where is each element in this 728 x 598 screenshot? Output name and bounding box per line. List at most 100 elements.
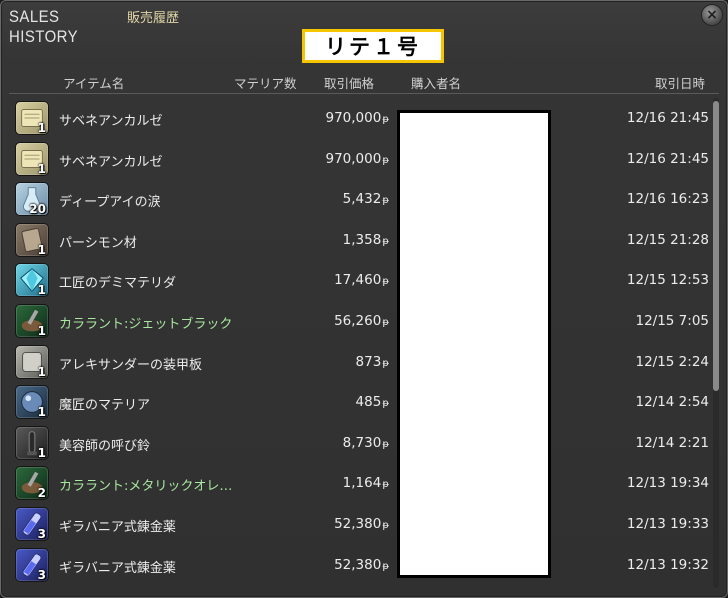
item-quantity: 1 bbox=[37, 364, 46, 379]
gil-symbol: ᵽ bbox=[382, 479, 389, 491]
column-header-price[interactable]: 取引価格 bbox=[324, 73, 374, 92]
sales-list: 1 サベネアンカルゼ 970,000ᵽ 12/16 21:45 1 サベネアンカルゼ 970… bbox=[9, 98, 709, 585]
sale-price: 1,164ᵽ bbox=[343, 475, 389, 491]
item-name: ギラバニア式錬金薬 bbox=[59, 519, 176, 535]
scrollbar-thumb[interactable] bbox=[713, 101, 719, 391]
item-name: 魔匠のマテリア bbox=[59, 398, 151, 414]
price-value: 56,260 bbox=[334, 312, 382, 329]
sale-price: 56,260ᵽ bbox=[334, 313, 389, 329]
sale-price: 52,380ᵽ bbox=[334, 557, 389, 573]
gil-symbol: ᵽ bbox=[382, 195, 389, 207]
item-name: ディープアイの涙 bbox=[59, 195, 161, 211]
buyer-redaction-box bbox=[397, 110, 551, 578]
price-value: 1,358 bbox=[342, 231, 382, 248]
parchment-icon[interactable]: 1 bbox=[15, 141, 49, 176]
sale-date: 12/16 21:45 bbox=[626, 110, 709, 126]
sale-row[interactable]: 1 工匠のデミマテリダ 17,460ᵽ 12/15 12:53 bbox=[9, 260, 709, 301]
price-value: 5,432 bbox=[342, 191, 382, 208]
item-quantity: 1 bbox=[37, 161, 46, 176]
sale-row[interactable]: 20 ディープアイの涙 5,432ᵽ 12/16 16:23 bbox=[9, 179, 709, 220]
lumber-icon[interactable]: 1 bbox=[15, 222, 49, 257]
sale-date: 12/13 19:32 bbox=[626, 556, 709, 573]
sale-price: 1,358ᵽ bbox=[343, 232, 389, 248]
sale-row[interactable]: 1 美容師の呼び鈴 8,730ᵽ 12/14 2:21 bbox=[9, 423, 709, 464]
sale-price: 970,000ᵽ bbox=[326, 151, 390, 167]
sale-row[interactable]: 2 カララント:メタリックオレ… 1,164ᵽ 12/13 19:34 bbox=[9, 463, 709, 504]
gil-symbol: ᵽ bbox=[382, 519, 389, 531]
item-name: アレキサンダーの装甲板 bbox=[59, 357, 203, 373]
price-value: 52,380 bbox=[334, 515, 382, 532]
column-header-materia[interactable]: マテリア数 bbox=[234, 73, 297, 92]
retainer-label-overlay: リテ１号 bbox=[302, 29, 444, 63]
item-name: パーシモン材 bbox=[59, 235, 137, 251]
price-value: 52,380 bbox=[334, 556, 382, 573]
gil-symbol: ᵽ bbox=[382, 154, 389, 166]
gil-symbol: ᵽ bbox=[382, 316, 389, 328]
bell-icon[interactable]: 1 bbox=[15, 425, 49, 460]
gil-symbol: ᵽ bbox=[382, 398, 389, 410]
dye-icon[interactable]: 1 bbox=[15, 303, 49, 338]
plate-icon[interactable]: 1 bbox=[15, 344, 49, 379]
item-quantity: 1 bbox=[37, 121, 46, 135]
sale-date: 12/13 19:33 bbox=[626, 515, 709, 532]
column-header-buyer[interactable]: 購入者名 bbox=[411, 73, 461, 92]
sale-date: 12/15 12:53 bbox=[626, 272, 709, 289]
sale-price: 970,000ᵽ bbox=[326, 110, 390, 126]
sale-row[interactable]: 1 サベネアンカルゼ 970,000ᵽ 12/16 21:45 bbox=[9, 98, 709, 139]
sale-price: 873ᵽ bbox=[356, 354, 389, 370]
retainer-label-text: リテ１号 bbox=[305, 32, 441, 60]
close-button[interactable]: × bbox=[701, 4, 723, 26]
item-quantity: 2 bbox=[37, 486, 46, 501]
sale-price: 8,730ᵽ bbox=[343, 435, 389, 451]
price-value: 8,730 bbox=[342, 434, 382, 451]
sale-price: 17,460ᵽ bbox=[334, 272, 389, 288]
item-name: 美容師の呼び鈴 bbox=[59, 438, 151, 454]
sale-row[interactable]: 3 ギラバニア式錬金薬 52,380ᵽ 12/13 19:33 bbox=[9, 504, 709, 545]
gil-symbol: ᵽ bbox=[382, 114, 389, 125]
item-name: サベネアンカルゼ bbox=[59, 114, 163, 129]
gil-symbol: ᵽ bbox=[382, 235, 389, 247]
price-value: 970,000 bbox=[325, 150, 382, 167]
crystal-icon[interactable]: 1 bbox=[15, 263, 49, 298]
sale-date: 12/16 21:45 bbox=[626, 150, 709, 167]
materia-icon[interactable]: 1 bbox=[15, 385, 49, 420]
close-icon: × bbox=[706, 7, 718, 23]
sale-row[interactable]: 1 カララント:ジェットブラック 56,260ᵽ 12/15 7:05 bbox=[9, 301, 709, 342]
vial-icon[interactable]: 20 bbox=[15, 182, 49, 217]
header-divider bbox=[9, 93, 719, 94]
sale-row[interactable]: 3 ギラバニア式錬金薬 52,380ᵽ 12/13 19:32 bbox=[9, 545, 709, 586]
item-name: サベネアンカルゼ bbox=[59, 154, 163, 170]
sales-history-window: SALES HISTORY 販売履歴 × リテ１号 アイテム名 マテリア数 取引… bbox=[0, 0, 728, 598]
sale-row[interactable]: 1 アレキサンダーの装甲板 873ᵽ 12/15 2:24 bbox=[9, 342, 709, 383]
item-quantity: 3 bbox=[37, 567, 46, 582]
parchment-icon[interactable]: 1 bbox=[15, 101, 49, 135]
title-bar: SALES HISTORY 販売履歴 bbox=[9, 7, 180, 46]
item-quantity: 1 bbox=[37, 405, 46, 420]
price-value: 970,000 bbox=[325, 110, 382, 126]
sale-row[interactable]: 1 パーシモン材 1,358ᵽ 12/15 21:28 bbox=[9, 220, 709, 261]
item-quantity: 1 bbox=[37, 242, 46, 257]
item-name: ギラバニア式錬金薬 bbox=[59, 560, 176, 576]
sale-price: 5,432ᵽ bbox=[343, 191, 389, 207]
item-quantity: 1 bbox=[37, 283, 46, 298]
potion-icon[interactable]: 3 bbox=[15, 506, 49, 541]
potion-icon[interactable]: 3 bbox=[15, 547, 49, 582]
sale-row[interactable]: 1 魔匠のマテリア 485ᵽ 12/14 2:54 bbox=[9, 382, 709, 423]
item-name: 工匠のデミマテリダ bbox=[59, 276, 177, 292]
item-quantity: 1 bbox=[37, 445, 46, 460]
gil-symbol: ᵽ bbox=[382, 438, 389, 450]
window-subtitle: 販売履歴 bbox=[127, 11, 180, 26]
item-quantity: 3 bbox=[37, 526, 46, 541]
sale-date: 12/13 19:34 bbox=[626, 475, 709, 492]
column-header-date[interactable]: 取引日時 bbox=[655, 73, 705, 92]
sale-price: 52,380ᵽ bbox=[334, 516, 389, 532]
sale-date: 12/15 21:28 bbox=[626, 231, 709, 248]
gil-symbol: ᵽ bbox=[382, 560, 389, 572]
sale-date: 12/14 2:54 bbox=[635, 394, 709, 411]
sale-row[interactable]: 1 サベネアンカルゼ 970,000ᵽ 12/16 21:45 bbox=[9, 139, 709, 180]
column-header-item[interactable]: アイテム名 bbox=[63, 73, 124, 92]
dye-icon[interactable]: 2 bbox=[15, 466, 49, 501]
sale-price: 485ᵽ bbox=[356, 394, 389, 410]
sale-date: 12/15 2:24 bbox=[635, 353, 709, 370]
column-headers: アイテム名 マテリア数 取引価格 購入者名 取引日時 bbox=[1, 73, 728, 91]
